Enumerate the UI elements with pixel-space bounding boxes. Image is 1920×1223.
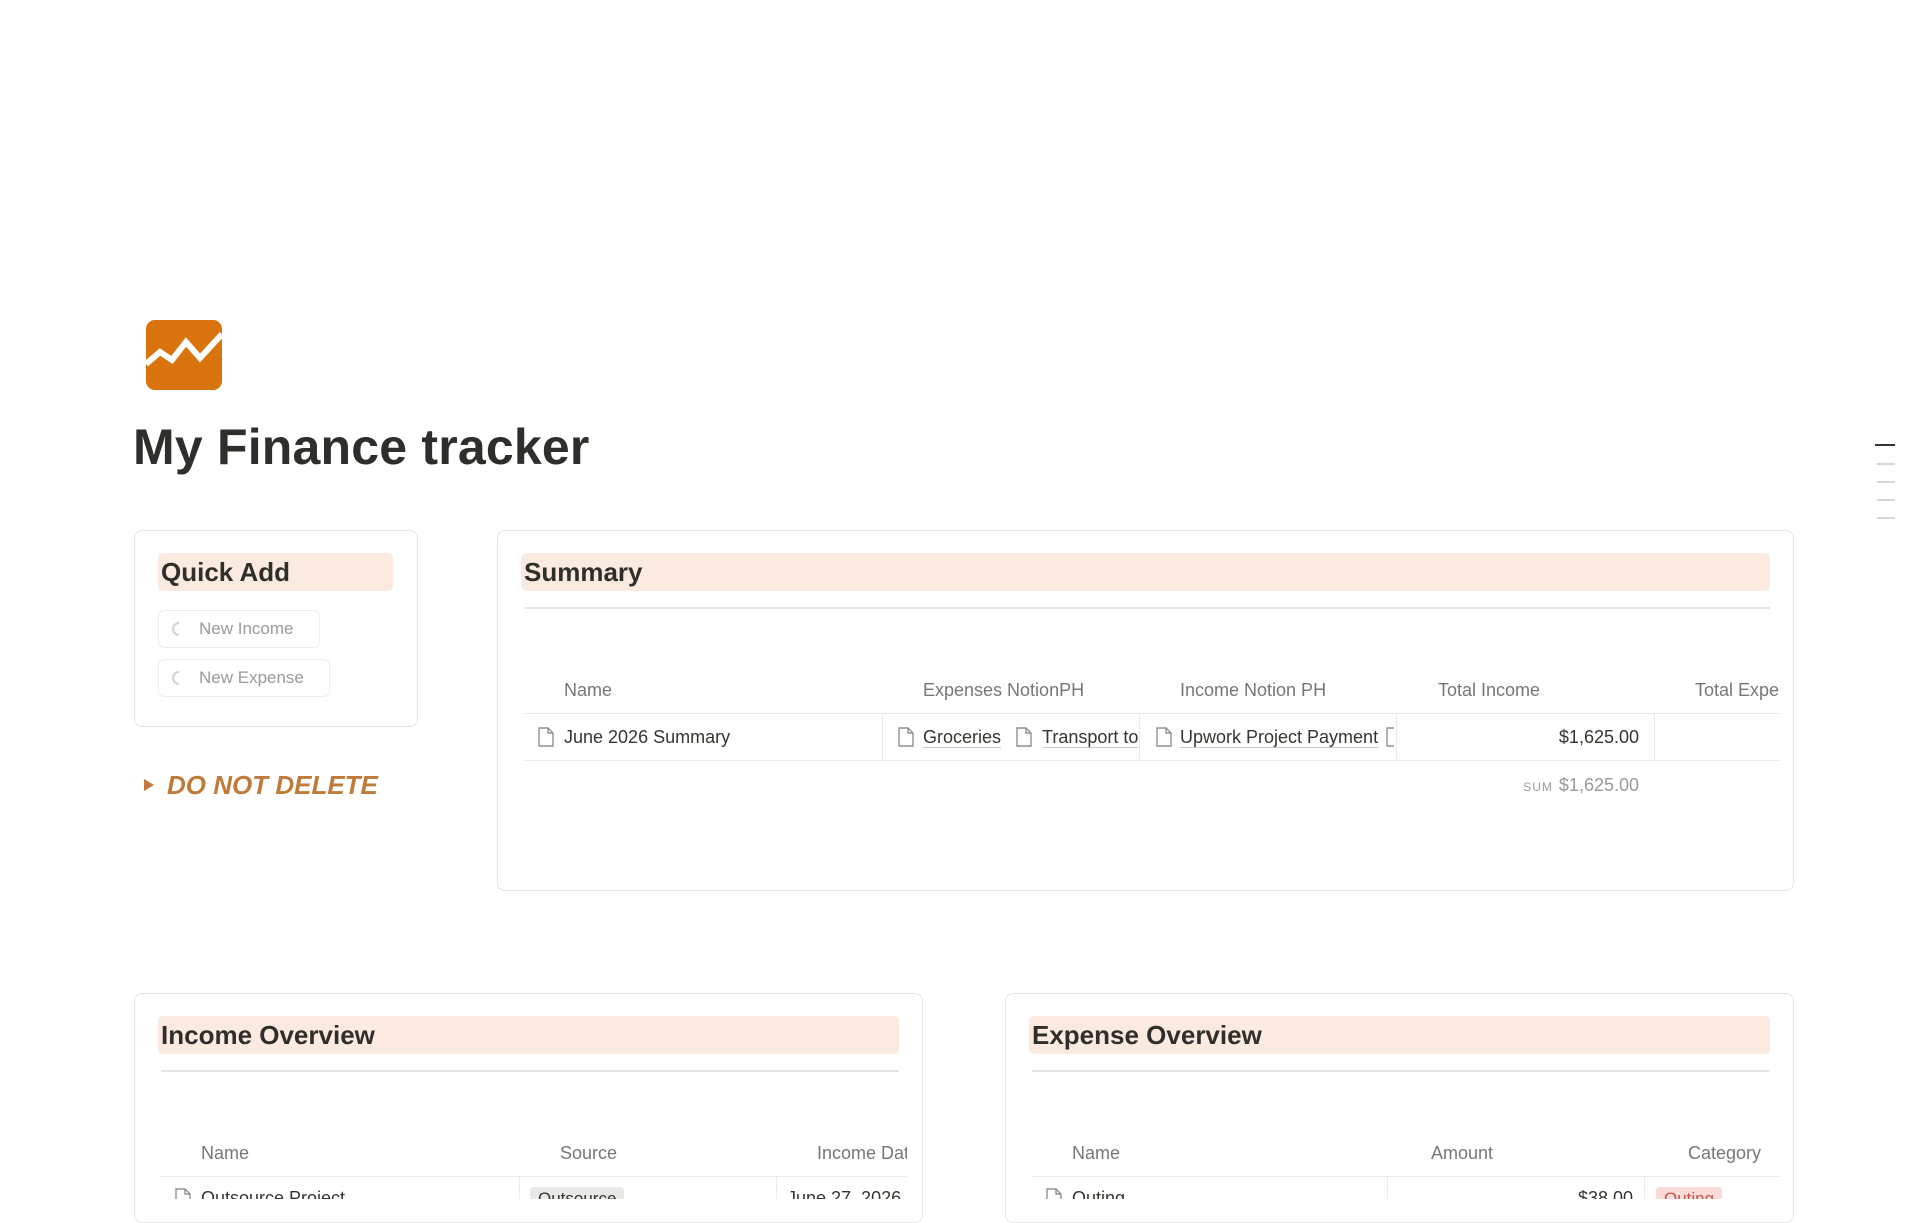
quick-add-title: Quick Add bbox=[158, 553, 393, 591]
column-header[interactable]: Amount bbox=[1431, 1143, 1493, 1164]
column-header[interactable]: Category bbox=[1688, 1143, 1761, 1164]
divider bbox=[524, 607, 1770, 609]
divider bbox=[1032, 1176, 1780, 1177]
income-row-label: Outsource Project bbox=[201, 1188, 346, 1199]
sum-label: SUM bbox=[1523, 780, 1553, 794]
expense-row-label: Outing bbox=[1072, 1188, 1126, 1199]
divider bbox=[161, 1070, 899, 1072]
toc-item[interactable] bbox=[1877, 463, 1895, 465]
toc-item[interactable] bbox=[1877, 499, 1895, 501]
relation-transport[interactable]: Transport to bbox=[1042, 727, 1138, 748]
toc-item[interactable] bbox=[1875, 444, 1895, 446]
income-table: Name Source Income Dat Outsource Project… bbox=[161, 1123, 907, 1199]
divider bbox=[1644, 1176, 1645, 1199]
divider bbox=[524, 713, 1780, 714]
page-icon bbox=[1386, 727, 1394, 747]
relation-label: Upwork Project Payment bbox=[1180, 727, 1379, 748]
divider bbox=[1396, 713, 1397, 760]
summary-row-name[interactable]: June 2026 Summary bbox=[564, 727, 730, 748]
income-row-name[interactable]: Outsource Project bbox=[201, 1188, 346, 1199]
loading-icon bbox=[172, 671, 180, 685]
income-date-cell[interactable]: June 27, 2026 bbox=[787, 1188, 901, 1199]
column-header[interactable]: Source bbox=[560, 1143, 617, 1164]
divider bbox=[524, 760, 1780, 761]
total-income-cell[interactable]: $1,625.00 bbox=[1438, 727, 1639, 748]
relation-label: Groceries bbox=[923, 727, 1002, 748]
divider bbox=[1139, 713, 1140, 760]
column-header[interactable]: Name bbox=[201, 1143, 249, 1164]
relation-cell-overflow: Transport to bbox=[1014, 720, 1138, 754]
toggle-triangle-icon[interactable] bbox=[144, 779, 154, 791]
toc-item[interactable] bbox=[1877, 517, 1895, 519]
toc-item[interactable] bbox=[1877, 481, 1895, 483]
sum-footer[interactable]: SUM $1,625.00 bbox=[1438, 775, 1639, 796]
relation-label: Transport to bbox=[1042, 727, 1138, 748]
divider bbox=[519, 1176, 520, 1199]
divider bbox=[161, 1176, 907, 1177]
expense-overview-title: Expense Overview bbox=[1029, 1016, 1770, 1054]
column-header[interactable]: Income Dat bbox=[817, 1143, 907, 1164]
column-header[interactable]: Name bbox=[564, 680, 612, 701]
page-icon bbox=[1156, 727, 1172, 747]
new-income-label: New Income bbox=[199, 619, 294, 638]
source-tag[interactable]: Outsource bbox=[530, 1187, 625, 1199]
divider bbox=[1654, 713, 1655, 760]
column-header[interactable]: Expenses NotionPH bbox=[923, 680, 1084, 701]
summary-title: Summary bbox=[521, 553, 1770, 591]
divider bbox=[776, 1176, 777, 1199]
trending-chart-icon[interactable] bbox=[146, 320, 222, 390]
page-icon bbox=[1046, 1188, 1062, 1199]
category-tag[interactable]: Outing bbox=[1656, 1187, 1723, 1199]
expense-amount-cell[interactable]: $38.00 bbox=[1397, 1188, 1633, 1199]
relation-upwork[interactable]: Upwork Project Payment bbox=[1180, 727, 1379, 748]
relation-groceries[interactable]: Groceries bbox=[923, 727, 1002, 748]
page-icon bbox=[538, 727, 554, 747]
new-expense-label: New Expense bbox=[199, 668, 304, 687]
page-icon bbox=[1016, 727, 1032, 747]
divider bbox=[1387, 1176, 1388, 1199]
new-expense-button[interactable]: New Expense bbox=[158, 659, 330, 697]
expense-table: Name Amount Category Outing $38.00 Outin… bbox=[1032, 1123, 1780, 1199]
column-header[interactable]: Total Expe bbox=[1695, 680, 1779, 701]
divider bbox=[882, 713, 883, 760]
page-icon bbox=[898, 727, 914, 747]
divider bbox=[1032, 1070, 1770, 1072]
expense-row-name[interactable]: Outing bbox=[1072, 1188, 1126, 1199]
summary-table: Name Expenses NotionPH Income Notion PH … bbox=[524, 660, 1780, 800]
column-header[interactable]: Income Notion PH bbox=[1180, 680, 1326, 701]
new-income-button[interactable]: New Income bbox=[158, 610, 320, 648]
sum-value: $1,625.00 bbox=[1558, 775, 1639, 795]
page-title: My Finance tracker bbox=[133, 419, 590, 475]
page-icon bbox=[175, 1188, 191, 1199]
toggle-do-not-delete[interactable]: DO NOT DELETE bbox=[167, 770, 378, 801]
income-overview-title: Income Overview bbox=[158, 1016, 899, 1054]
relation-cell-overflow bbox=[1386, 720, 1394, 754]
column-header[interactable]: Name bbox=[1072, 1143, 1120, 1164]
loading-icon bbox=[172, 622, 180, 636]
column-header[interactable]: Total Income bbox=[1438, 680, 1540, 701]
